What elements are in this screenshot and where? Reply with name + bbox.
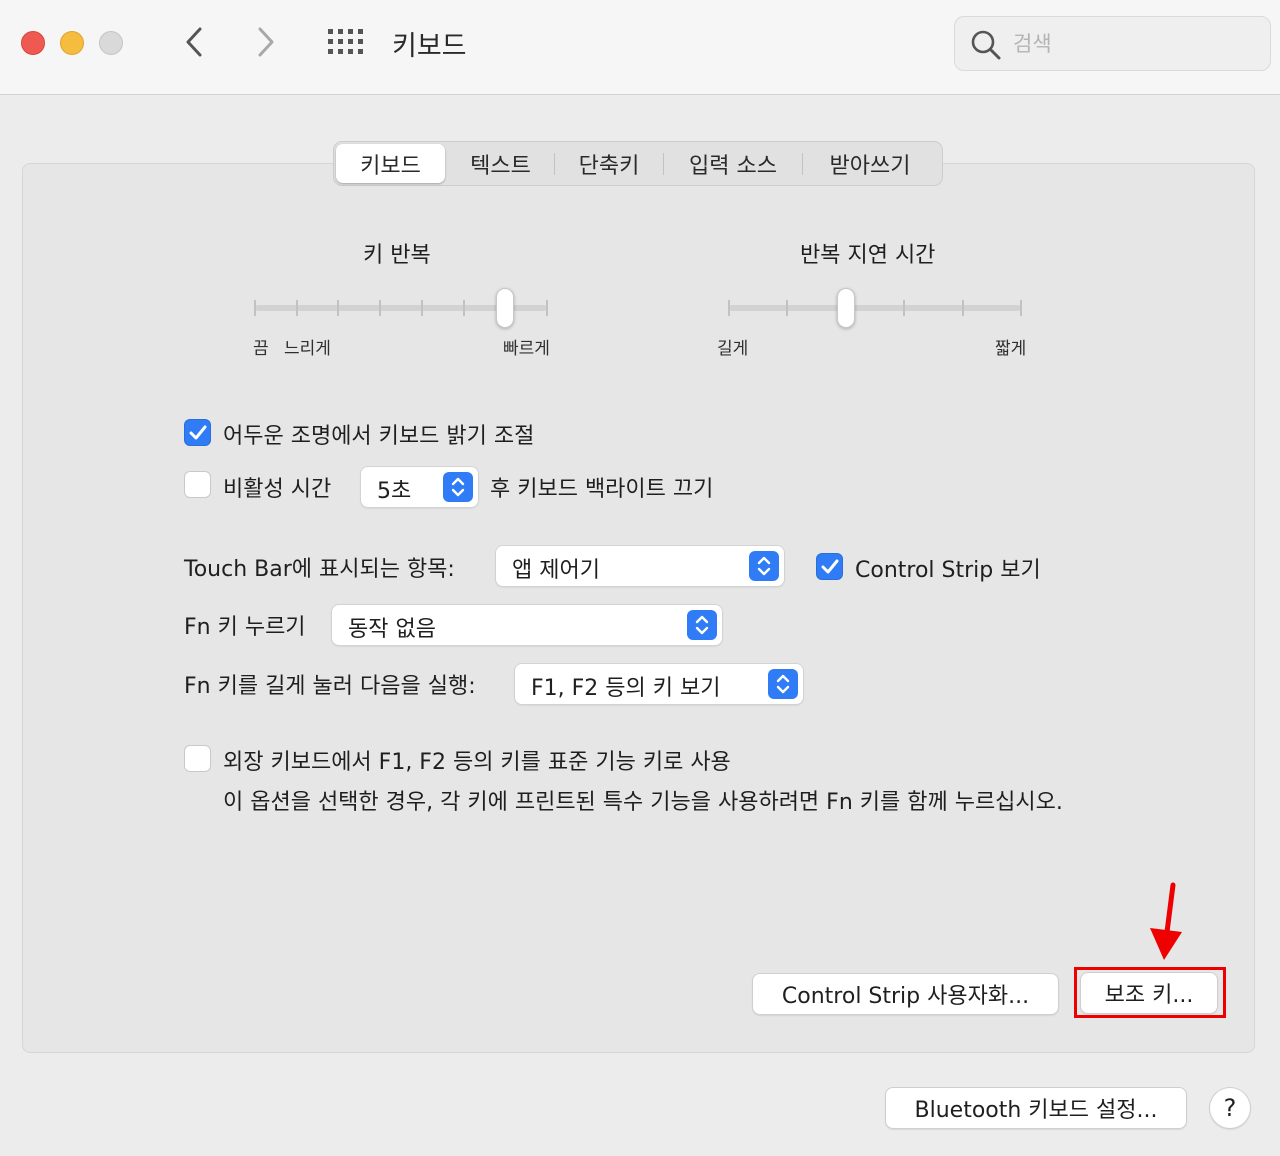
key-repeat-fast-label: 빠르게 [503, 339, 550, 359]
popup-value: F1, F2 등의 키 보기 [531, 676, 721, 701]
slider-tick [254, 300, 256, 316]
fn-press-label: Fn 키 누르기 [184, 615, 306, 640]
updown-arrows-icon [768, 669, 798, 699]
fn-hold-label: Fn 키를 길게 눌러 다음을 실행: [184, 674, 476, 699]
search-field[interactable] [954, 16, 1271, 71]
tab-input-sources[interactable]: 입력 소스 [664, 144, 802, 183]
slider-tick [379, 300, 382, 316]
slider-tick [295, 300, 298, 316]
slider-tick [786, 300, 789, 316]
popup-value: 동작 없음 [348, 617, 436, 642]
slider-tick [546, 300, 548, 316]
standard-fn-keys-checkbox[interactable] [184, 745, 211, 772]
repeat-delay-title: 반복 지연 시간 [800, 243, 936, 268]
adjust-brightness-checkbox[interactable] [184, 419, 211, 446]
annotation-arrow-icon [1150, 882, 1182, 960]
back-button[interactable] [176, 24, 212, 60]
standard-fn-keys-label: 외장 키보드에서 F1, F2 등의 키를 표준 기능 키로 사용 [223, 750, 731, 775]
updown-arrows-icon [687, 610, 717, 640]
updown-arrows-icon [749, 551, 779, 581]
tab-keyboard[interactable]: 키보드 [336, 144, 445, 183]
slider-knob[interactable] [496, 288, 515, 328]
popup-value: 5초 [377, 479, 412, 504]
chevron-right-icon [258, 27, 274, 57]
help-question-icon: ? [1223, 1094, 1237, 1122]
updown-arrows-icon [443, 472, 473, 502]
touchbar-popup[interactable]: 앱 제어기 [496, 546, 784, 586]
key-repeat-slow-label: 느리게 [284, 339, 331, 359]
tab-label: 받아쓰기 [829, 153, 911, 179]
repeat-delay-short-label: 짧게 [995, 339, 1027, 359]
standard-fn-keys-description: 이 옵션을 선택한 경우, 각 키에 프린트된 특수 기능을 사용하려면 Fn … [223, 790, 1063, 815]
slider-tick [903, 300, 906, 316]
tab-bar: 키보드 텍스트 단축키 입력 소스 받아쓰기 [333, 141, 943, 186]
checkmark-icon [189, 425, 206, 439]
bluetooth-keyboard-setup-button[interactable]: Bluetooth 키보드 설정... [886, 1088, 1186, 1128]
popup-value: 앱 제어기 [512, 558, 600, 583]
touchbar-label: Touch Bar에 표시되는 항목: [184, 557, 455, 582]
key-repeat-off-label: 끔 [253, 339, 269, 359]
search-input[interactable] [1013, 26, 1253, 62]
slider-tick [420, 300, 423, 316]
annotation-highlight-box [1074, 967, 1226, 1018]
backlight-timeout-popup[interactable]: 5초 [361, 467, 478, 507]
backlight-off-checkbox[interactable] [184, 471, 211, 498]
key-repeat-title: 키 반복 [363, 243, 431, 268]
tab-label: 입력 소스 [689, 153, 777, 179]
tab-label: 텍스트 [470, 153, 531, 179]
search-icon [971, 30, 1001, 60]
slider-knob[interactable] [836, 288, 855, 328]
control-strip-checkbox[interactable] [816, 553, 843, 580]
repeat-delay-long-label: 길게 [717, 339, 749, 359]
show-all-grid-icon[interactable] [327, 28, 365, 56]
tab-text[interactable]: 텍스트 [447, 144, 554, 183]
slider-tick [337, 300, 340, 316]
backlight-off-label: 비활성 시간 [223, 477, 332, 502]
chevron-left-icon [186, 27, 202, 57]
minimize-window-button[interactable] [60, 31, 84, 55]
tab-dictation[interactable]: 받아쓰기 [803, 144, 937, 183]
tab-shortcuts[interactable]: 단축키 [555, 144, 663, 183]
window-title: 키보드 [392, 31, 467, 62]
backlight-off-suffix: 후 키보드 백라이트 끄기 [490, 477, 714, 502]
adjust-brightness-label: 어두운 조명에서 키보드 밝기 조절 [223, 424, 535, 449]
slider-tick [1020, 300, 1022, 316]
customize-control-strip-button[interactable]: Control Strip 사용자화... [753, 974, 1058, 1014]
fn-press-popup[interactable]: 동작 없음 [332, 605, 722, 645]
control-strip-label: Control Strip 보기 [855, 558, 1041, 583]
help-button[interactable]: ? [1210, 1088, 1250, 1128]
forward-button[interactable] [248, 24, 284, 60]
zoom-window-button[interactable] [99, 31, 123, 55]
fn-hold-popup[interactable]: F1, F2 등의 키 보기 [515, 664, 803, 704]
slider-tick [728, 300, 730, 316]
slider-tick [961, 300, 964, 316]
close-window-button[interactable] [21, 31, 45, 55]
slider-tick [462, 300, 465, 316]
slider-track [729, 305, 1021, 311]
tab-label: 키보드 [360, 153, 421, 179]
tab-label: 단축키 [578, 153, 640, 179]
checkmark-icon [821, 559, 838, 573]
title-bar: 키보드 [0, 0, 1280, 95]
